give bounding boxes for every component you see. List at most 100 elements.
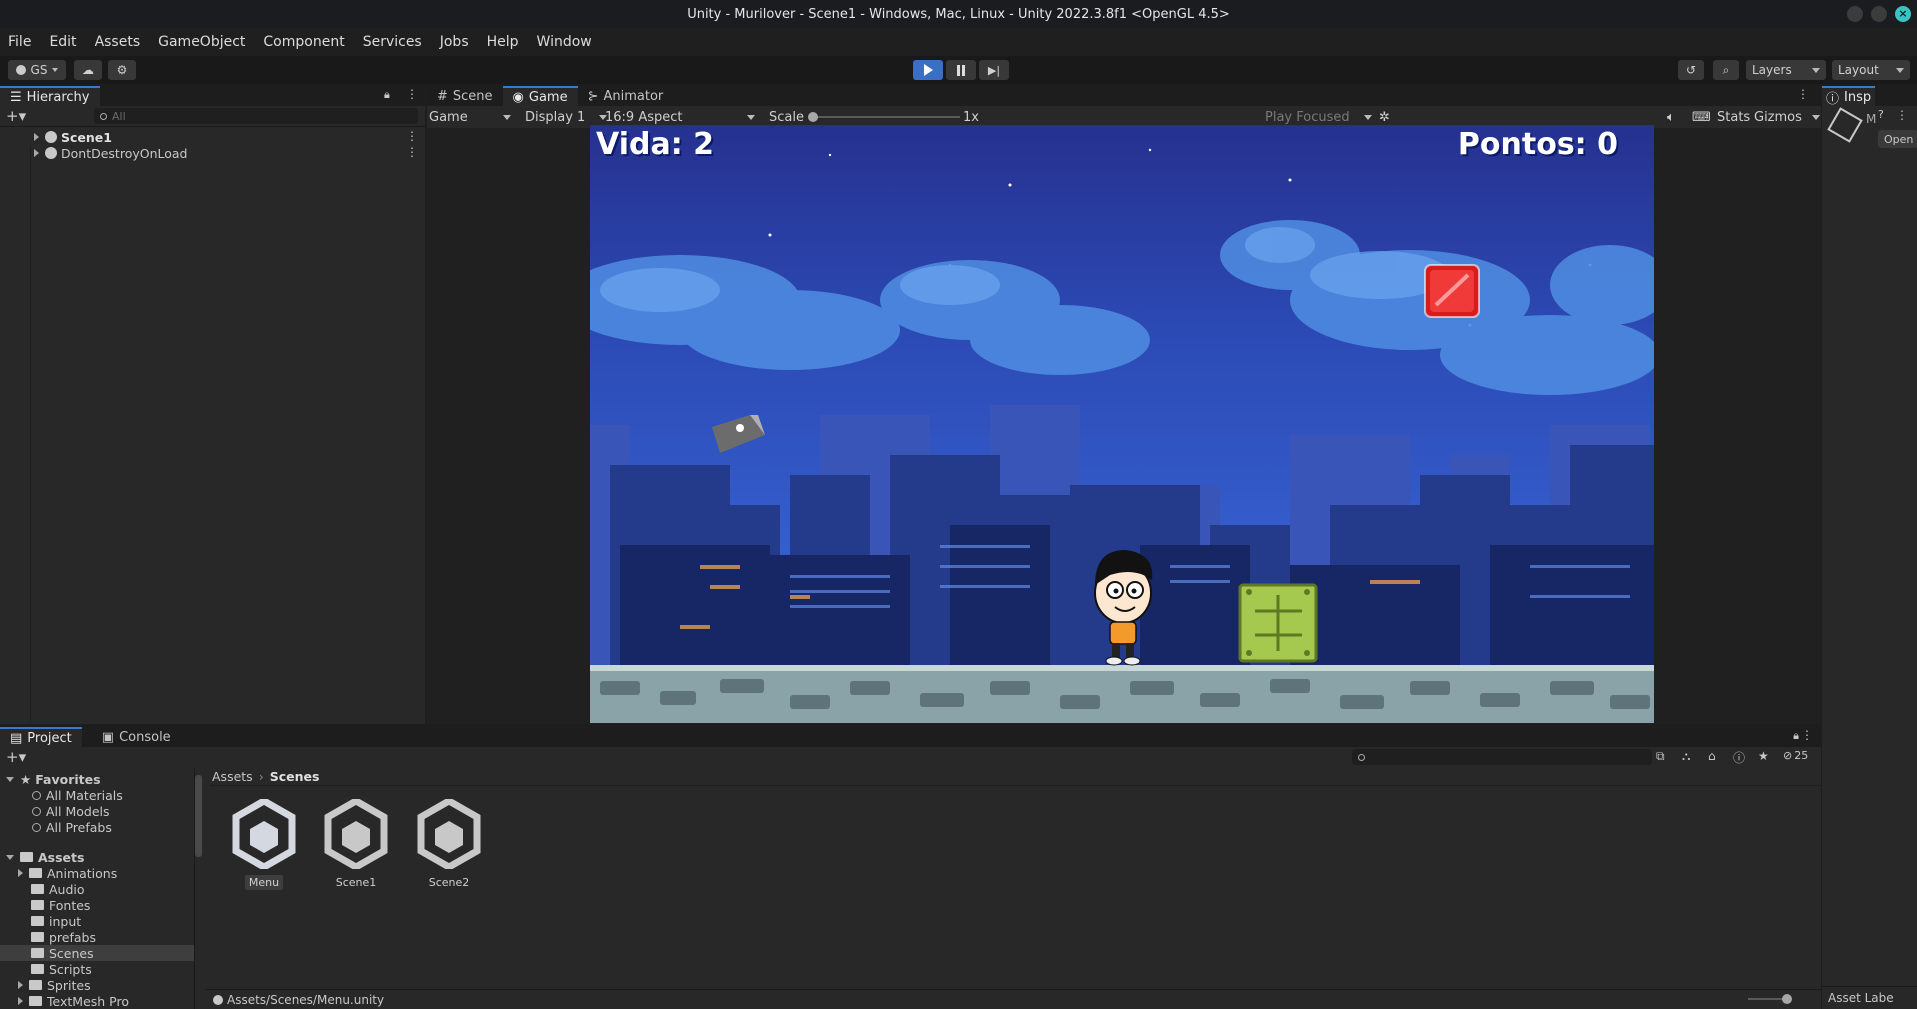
expand-arrow-icon[interactable] <box>18 997 23 1005</box>
gizmos-dropdown[interactable]: Gizmos <box>1754 106 1820 128</box>
scale-slider[interactable] <box>808 112 960 122</box>
menu-gameobject[interactable]: GameObject <box>158 34 245 50</box>
folder-animations[interactable]: Animations <box>18 865 117 881</box>
cloud-icon[interactable]: ☁ <box>74 60 102 80</box>
star-icon[interactable]: ★ <box>1758 749 1769 763</box>
chevron-down-icon <box>1812 67 1820 73</box>
collapse-arrow-icon[interactable] <box>6 854 14 860</box>
tab-animator[interactable]: ⊱ Animator <box>578 86 674 106</box>
layers-dropdown[interactable]: Layers <box>1746 60 1826 80</box>
hierarchy-item-scene1[interactable]: Scene1 <box>34 129 112 145</box>
project-status-bar: Assets/Scenes/Menu.unity <box>205 989 1821 1009</box>
minimize-button[interactable] <box>1847 6 1863 22</box>
menu-help[interactable]: Help <box>487 34 519 50</box>
favorites-header[interactable]: ★ Favorites <box>6 771 101 787</box>
asset-labels-section[interactable]: Asset Labe <box>1822 986 1917 1008</box>
add-button[interactable]: +▾ <box>6 107 26 125</box>
add-asset-button[interactable]: +▾ <box>6 748 26 766</box>
filter-by-label-icon[interactable]: ⛬ <box>1682 749 1690 764</box>
menu-file[interactable]: File <box>8 34 31 50</box>
search-by-type-icon[interactable]: ⧉ <box>1656 749 1665 764</box>
folder-scenes[interactable]: Scenes <box>31 945 94 961</box>
menu-window[interactable]: Window <box>537 34 592 50</box>
tag-icon[interactable]: ⌂ <box>1708 749 1716 763</box>
more-options-icon[interactable]: ⋮ <box>1797 87 1809 101</box>
play-button[interactable] <box>913 60 943 80</box>
tab-project[interactable]: ▤ Project <box>0 727 82 747</box>
lock-icon[interactable]: 🔒︎ <box>1793 729 1799 743</box>
tab-console[interactable]: ▣ Console <box>92 727 181 747</box>
icon-size-slider-handle[interactable] <box>1782 994 1792 1004</box>
chevron-down-icon <box>503 114 511 120</box>
layout-dropdown[interactable]: Layout <box>1832 60 1910 80</box>
menu-component[interactable]: Component <box>263 34 344 50</box>
tab-inspector[interactable]: ⓘ Insp <box>1822 86 1876 107</box>
folder-scripts[interactable]: Scripts <box>31 961 92 977</box>
hidden-packages-toggle[interactable]: ⊘ 25 <box>1783 749 1808 762</box>
asset-scene1[interactable]: Scene1 <box>316 799 396 890</box>
maximize-button[interactable] <box>1871 6 1887 22</box>
open-button[interactable]: Open <box>1878 130 1917 148</box>
asset-menu[interactable]: Menu <box>224 799 304 890</box>
menu-jobs[interactable]: Jobs <box>440 34 469 50</box>
breadcrumb: Assets › Scenes <box>212 768 319 784</box>
close-button[interactable]: × <box>1895 6 1911 22</box>
folder-prefabs[interactable]: prefabs <box>31 929 96 945</box>
collapse-arrow-icon[interactable] <box>6 776 14 782</box>
warning-icon[interactable]: ⓘ <box>1733 749 1745 766</box>
inspector-panel: ⓘ Insp M ? ⋮ Open Asset Labe <box>1822 84 1917 1009</box>
hierarchy-item-dontdestroyonload[interactable]: DontDestroyOnLoad <box>34 145 187 161</box>
gamepad-icon: ◉ <box>512 89 524 105</box>
game-scene <box>590 125 1654 723</box>
tab-hierarchy[interactable]: ☰ Hierarchy <box>0 86 100 106</box>
tab-game[interactable]: ◉ Game <box>502 86 578 106</box>
step-button[interactable]: ▶| <box>979 60 1009 80</box>
menu-assets[interactable]: Assets <box>95 34 141 50</box>
expand-arrow-icon[interactable] <box>34 133 39 141</box>
folder-input[interactable]: input <box>31 913 81 929</box>
folder-sprites[interactable]: Sprites <box>18 977 91 993</box>
tree-scrollbar[interactable] <box>195 775 202 857</box>
window-title: Unity - Murilover - Scene1 - Windows, Ma… <box>687 6 1230 22</box>
scene-icon <box>213 994 223 1005</box>
history-icon[interactable]: ↺ <box>1678 60 1704 80</box>
more-options-icon[interactable]: ⋮ <box>406 145 418 159</box>
breadcrumb-assets[interactable]: Assets <box>212 769 253 784</box>
collab-icon[interactable]: ⚙ <box>108 60 136 80</box>
keyboard-icon[interactable]: ⌨ <box>1692 106 1711 128</box>
folder-icon <box>31 932 44 942</box>
more-options-icon[interactable]: ⋮ <box>406 87 418 101</box>
more-options-icon[interactable]: ⋮ <box>1896 108 1908 122</box>
favorite-all-materials[interactable]: All Materials <box>32 787 123 803</box>
expand-arrow-icon[interactable] <box>34 149 39 157</box>
breadcrumb-scenes[interactable]: Scenes <box>270 769 320 784</box>
mode-dropdown[interactable]: Game <box>429 106 515 128</box>
favorite-all-models[interactable]: All Models <box>32 803 110 819</box>
folder-audio[interactable]: Audio <box>31 881 85 897</box>
search-icon[interactable]: ⌕ <box>1713 60 1739 80</box>
game-viewport[interactable]: Vida: 2 Pontos: 0 <box>590 125 1654 723</box>
assets-header[interactable]: Assets <box>6 849 84 865</box>
audio-icon[interactable]: 🔈︎ <box>1667 106 1675 128</box>
folder-textmesh-pro[interactable]: TextMesh Pro <box>18 993 129 1009</box>
expand-arrow-icon[interactable] <box>18 981 23 989</box>
search-icon <box>32 822 41 832</box>
project-search-input[interactable] <box>1352 749 1652 765</box>
hierarchy-search-input[interactable]: All <box>94 108 418 124</box>
icon-size-slider[interactable] <box>1748 994 1792 1004</box>
lock-icon[interactable]: 🔒︎ <box>384 88 390 102</box>
menu-edit[interactable]: Edit <box>49 34 76 50</box>
scale-slider-handle[interactable] <box>808 112 818 122</box>
account-dropdown[interactable]: GS <box>8 60 66 80</box>
folder-fontes[interactable]: Fontes <box>31 897 90 913</box>
more-options-icon[interactable]: ⋮ <box>1801 728 1813 742</box>
help-icon[interactable]: ? <box>1878 108 1884 121</box>
menu-services[interactable]: Services <box>363 34 422 50</box>
tab-scene[interactable]: # Scene <box>427 86 503 106</box>
asset-scene2[interactable]: Scene2 <box>409 799 489 890</box>
favorite-all-prefabs[interactable]: All Prefabs <box>32 819 112 835</box>
expand-arrow-icon[interactable] <box>18 869 23 877</box>
stats-button[interactable]: Stats <box>1717 106 1750 128</box>
more-options-icon[interactable]: ⋮ <box>406 129 418 143</box>
pause-button[interactable] <box>946 60 976 80</box>
